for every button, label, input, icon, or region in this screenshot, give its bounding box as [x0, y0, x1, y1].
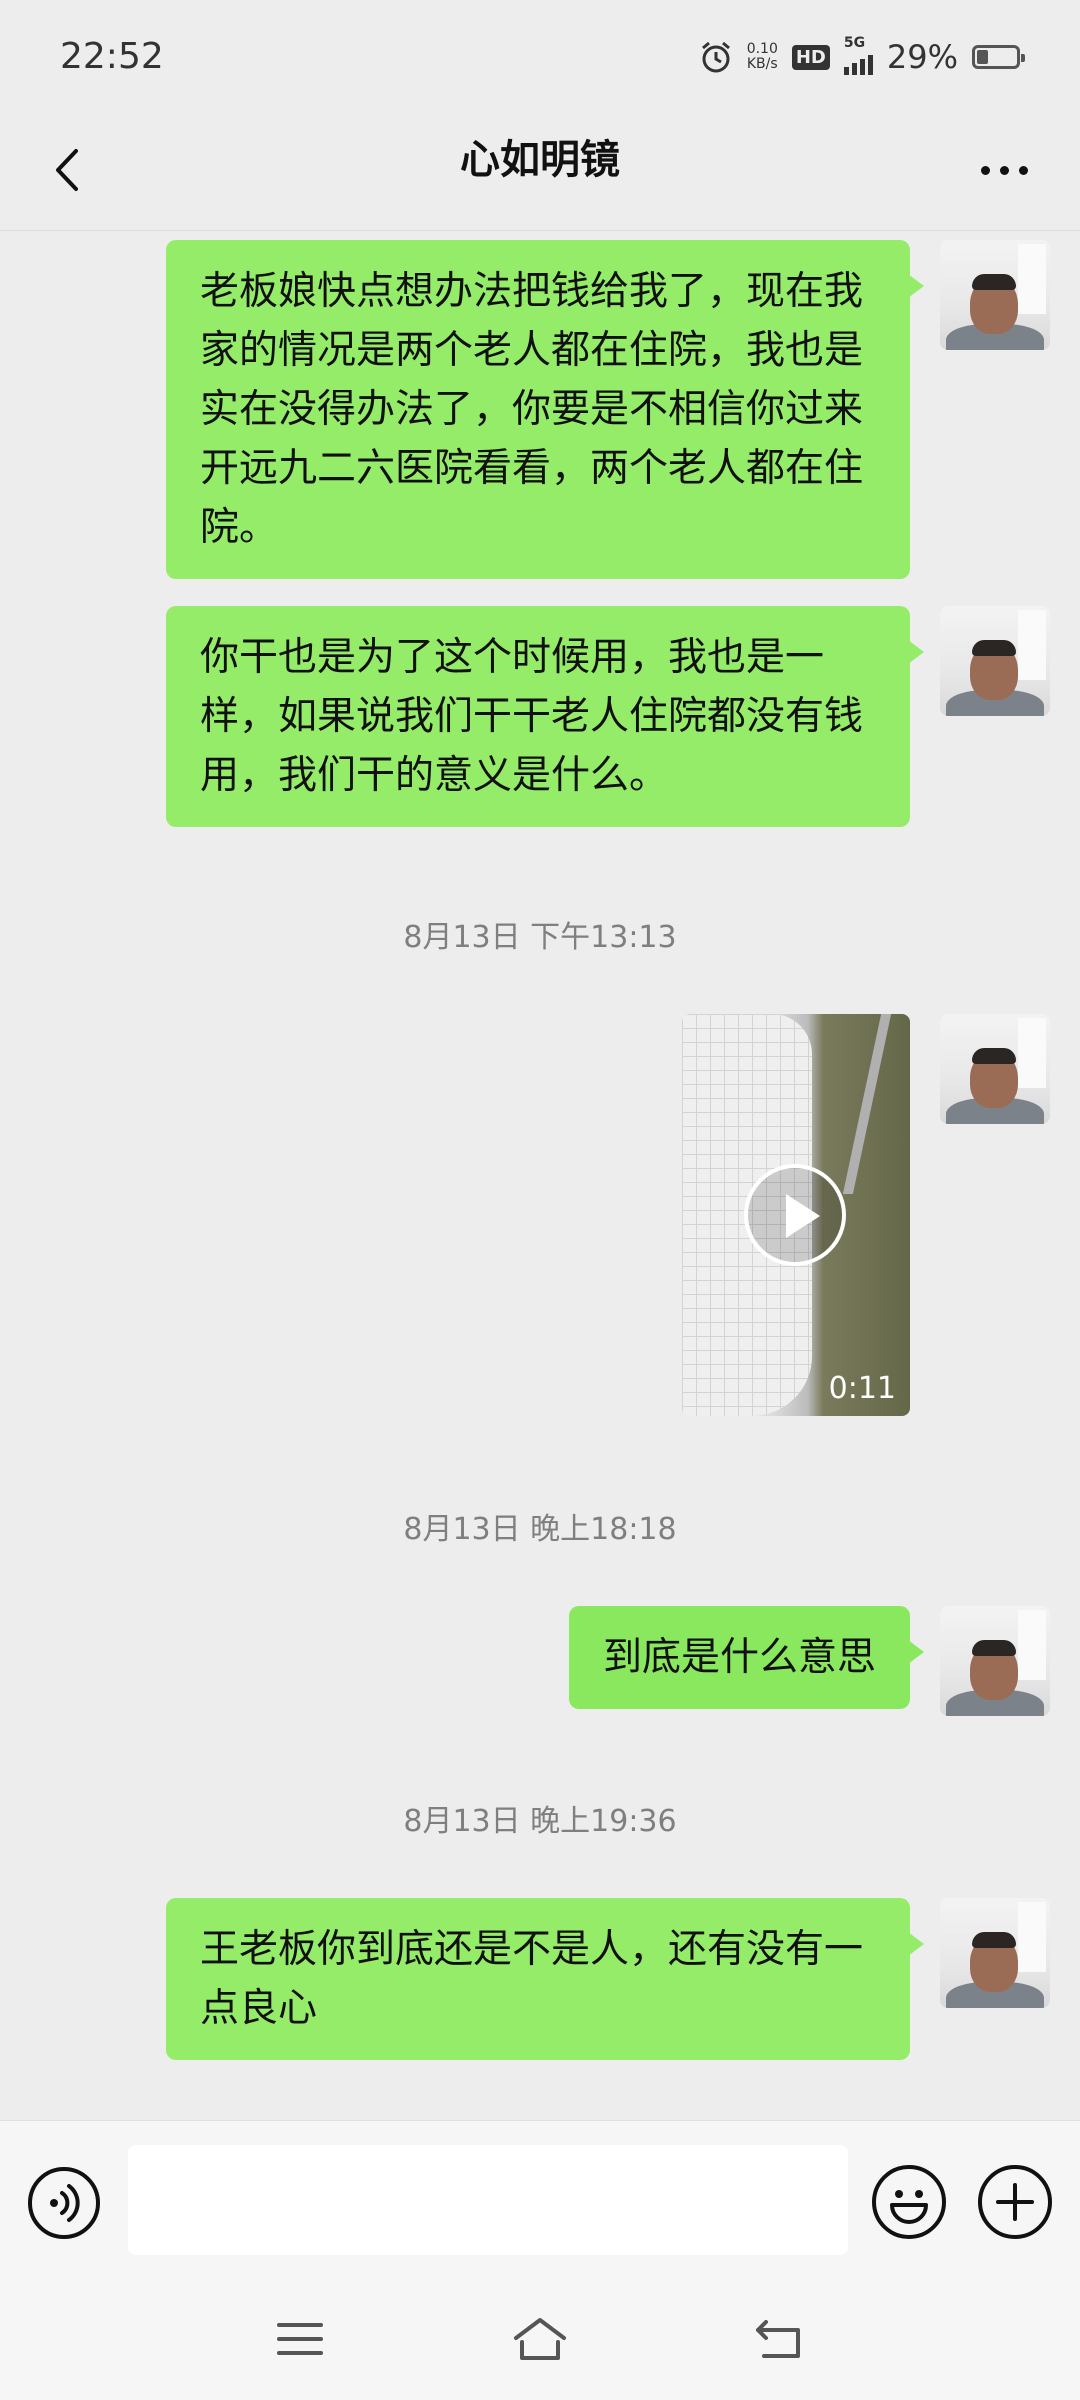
video-duration: 0:11 [828, 1371, 896, 1406]
signal-icon: 5G [843, 35, 873, 75]
emoji-button[interactable] [872, 2165, 946, 2239]
chat-screen: 22:52 0.10 KB/s HD 5G 29% 心如明镜 老板娘快点想办法把… [0, 0, 1080, 2400]
video-message[interactable]: 0:11 [682, 1014, 910, 1416]
avatar[interactable] [940, 606, 1050, 716]
message-list[interactable]: 老板娘快点想办法把钱给我了，现在我家的情况是两个老人都在住院，我也是实在没得办法… [0, 232, 1080, 2118]
menu-button[interactable] [260, 2304, 340, 2374]
more-dot-icon [980, 165, 990, 175]
network-type: 5G [843, 35, 866, 51]
home-button[interactable] [500, 2304, 580, 2374]
timestamp: 8月13日 晚上19:36 [403, 1804, 677, 1839]
battery-percent: 29% [886, 38, 958, 76]
net-speed-unit: KB/s [746, 56, 778, 72]
more-dot-icon [999, 165, 1009, 175]
avatar[interactable] [940, 1014, 1050, 1124]
menu-icon [277, 2323, 323, 2355]
message-bubble[interactable]: 老板娘快点想办法把钱给我了，现在我家的情况是两个老人都在住院，我也是实在没得办法… [166, 240, 924, 579]
battery-icon [972, 45, 1025, 69]
timestamp: 8月13日 下午13:13 [403, 920, 677, 955]
emoji-icon [890, 2190, 928, 2224]
message-input[interactable] [128, 2145, 848, 2255]
timestamp: 8月13日 晚上18:18 [403, 1512, 677, 1547]
avatar[interactable] [940, 1606, 1050, 1716]
net-speed-value: 0.10 [746, 41, 778, 57]
message-bubble[interactable]: 到底是什么意思 [568, 1606, 925, 1709]
net-speed: 0.10 KB/s [747, 42, 778, 72]
back-icon [756, 2320, 800, 2358]
play-icon[interactable] [744, 1164, 846, 1266]
alarm-icon [701, 41, 730, 73]
voice-button[interactable] [28, 2167, 100, 2239]
message-bubble[interactable]: 你干也是为了这个时候用，我也是一样，如果说我们干干老人住院都没有钱用，我们干的意… [166, 606, 924, 827]
status-time: 22:52 [60, 36, 164, 77]
back-button[interactable] [36, 138, 100, 202]
hd-badge: HD [791, 44, 830, 70]
title-bar: 心如明镜 [0, 110, 1080, 231]
home-icon [514, 2318, 566, 2360]
avatar[interactable] [940, 1898, 1050, 2008]
status-icons: 0.10 KB/s HD 5G 29% [699, 35, 1025, 76]
system-back-button[interactable] [740, 2304, 820, 2374]
avatar[interactable] [940, 240, 1050, 350]
more-options-button[interactable] [964, 138, 1044, 202]
battery-fill [977, 50, 988, 64]
plus-icon [996, 2183, 1034, 2221]
system-nav-bar [0, 2280, 1080, 2400]
chat-title: 心如明镜 [460, 137, 620, 183]
plus-button[interactable] [978, 2165, 1052, 2239]
input-bar [0, 2120, 1080, 2281]
message-bubble[interactable]: 王老板你到底还是不是人，还有没有一点良心 [166, 1898, 924, 2060]
status-bar: 22:52 0.10 KB/s HD 5G 29% [0, 0, 1080, 110]
more-dot-icon [1018, 165, 1028, 175]
chevron-left-icon [56, 149, 78, 191]
voice-icon [50, 2184, 80, 2222]
